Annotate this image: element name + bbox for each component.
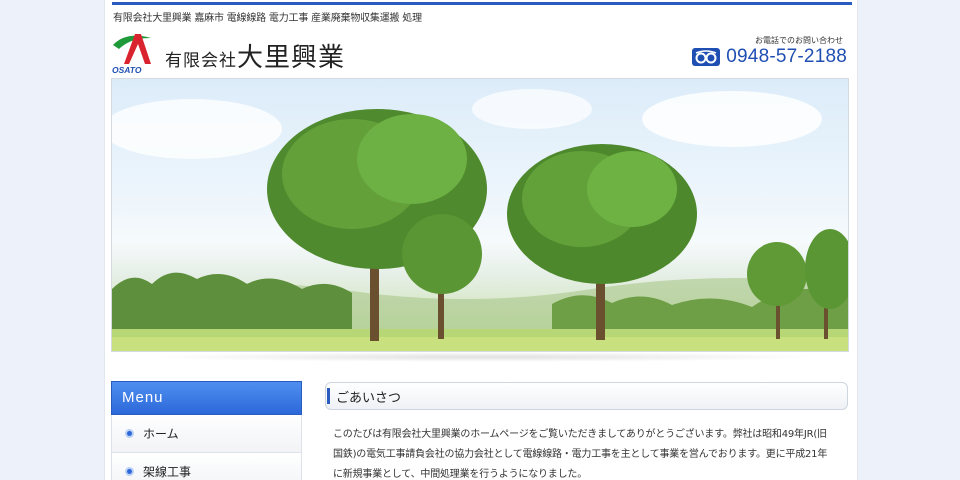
menu-item-home[interactable]: ホーム [111, 415, 302, 453]
greeting-section-header: ごあいさつ [325, 382, 848, 410]
phone-number: 0948-57-2188 [726, 46, 847, 67]
menu-header: Menu [111, 381, 302, 415]
hero-image [111, 78, 849, 352]
bullet-icon [125, 429, 134, 438]
greeting-title: ごあいさつ [336, 390, 402, 406]
top-accent-bar [112, 2, 852, 5]
side-menu: Menu ホーム 架線工事 [111, 381, 302, 480]
contact-label: お電話でのお問い合わせ [755, 36, 843, 45]
hero-shadow [145, 352, 825, 362]
menu-item-label: ホーム [143, 427, 179, 441]
page-container: 有限会社大里興業 嘉麻市 電線線路 電力工事 産業廃棄物収集運搬 処理 OSAT… [104, 0, 858, 480]
hero-landscape-illustration [112, 89, 848, 351]
menu-item-label: 架線工事 [143, 465, 192, 479]
section-accent-bar [327, 388, 330, 404]
company-main-name: 大里興業 [237, 43, 346, 73]
bullet-icon [125, 467, 134, 476]
site-tagline: 有限会社大里興業 嘉麻市 電線線路 電力工事 産業廃棄物収集運搬 処理 [113, 13, 422, 24]
company-name[interactable]: 有限会社大里興業 [165, 37, 345, 74]
company-prefix: 有限会社 [165, 51, 237, 71]
menu-item-overhead-line-work[interactable]: 架線工事 [111, 453, 302, 480]
logo-text: OSATO [112, 65, 142, 75]
greeting-body: このたびは有限会社大里興業のホームページをご覧いただきましてありがとうございます… [333, 429, 828, 480]
free-dial-icon [692, 48, 721, 66]
phone-contact[interactable]: 0948-57-2188 [692, 46, 847, 68]
company-logo[interactable]: OSATO [111, 28, 157, 76]
